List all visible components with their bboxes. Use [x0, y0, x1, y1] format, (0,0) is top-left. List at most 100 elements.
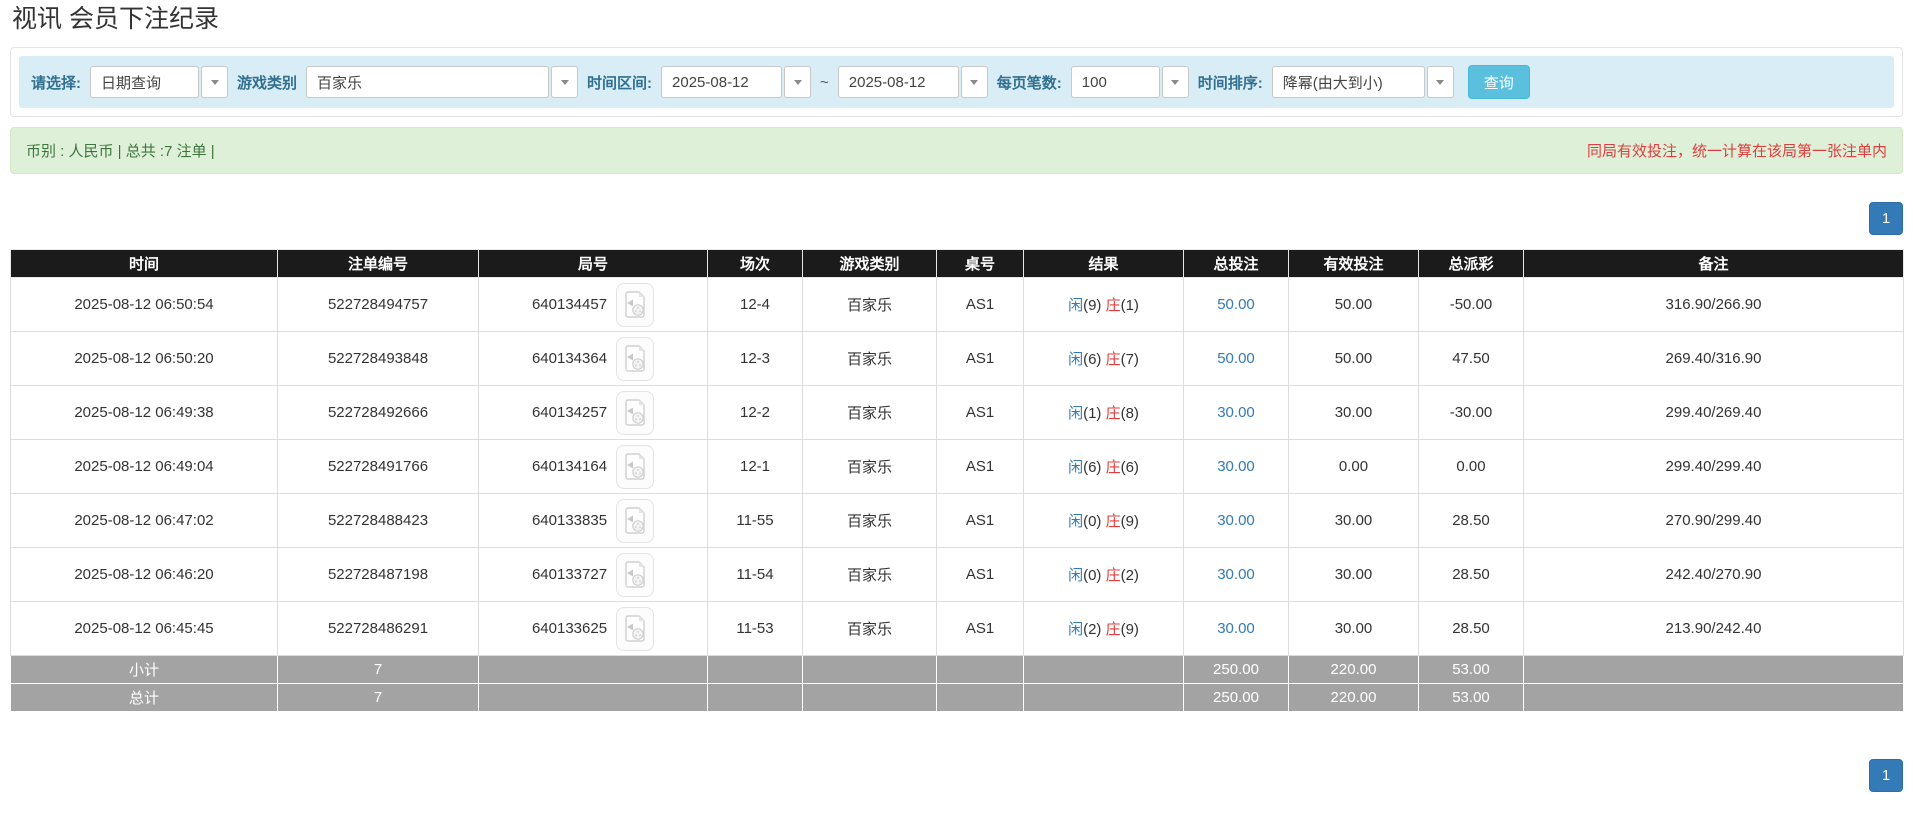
subtotal-row-cell-8: 220.00 [1289, 656, 1419, 684]
bet-id-cell: 522728492666 [278, 386, 479, 440]
query-type-toggle[interactable] [201, 66, 228, 98]
round-cell: 640134364 [479, 332, 708, 386]
valid-bet-cell: 50.00 [1289, 332, 1419, 386]
video-preview-button[interactable] [616, 283, 654, 327]
time-cell: 2025-08-12 06:49:04 [11, 440, 278, 494]
total-bet-link[interactable]: 50.00 [1217, 296, 1255, 313]
page-size-value[interactable]: 100 [1071, 66, 1160, 98]
bet-id-cell: 522728494757 [278, 278, 479, 332]
round-id: 640134457 [532, 296, 607, 313]
total-bet-link[interactable]: 50.00 [1217, 350, 1255, 367]
round-id: 640133727 [532, 566, 607, 583]
col-time: 时间 [11, 250, 278, 278]
record-row: 2025-08-12 06:45:45522728486291640133625… [11, 602, 1904, 656]
round-id: 640134364 [532, 350, 607, 367]
game-cell: 百家乐 [803, 332, 937, 386]
total-bet-cell: 30.00 [1184, 494, 1289, 548]
date-to-select[interactable]: 2025-08-12 [838, 66, 988, 98]
banker-result: 庄 [1106, 567, 1121, 584]
subtotal-row-cell-3 [708, 656, 803, 684]
total-bet-cell: 50.00 [1184, 332, 1289, 386]
col-total-bet: 总投注 [1184, 250, 1289, 278]
total-bet-link[interactable]: 30.00 [1217, 458, 1255, 475]
subtotal-row-cell-1: 7 [278, 656, 479, 684]
time-sort-toggle[interactable] [1427, 66, 1454, 98]
query-type-select[interactable]: 日期查询 [90, 66, 228, 98]
video-preview-icon [624, 291, 646, 318]
banker-result: 庄 [1106, 297, 1121, 314]
records-body: 2025-08-12 06:50:54522728494757640134457… [11, 278, 1904, 712]
date-from-select[interactable]: 2025-08-12 [661, 66, 811, 98]
total-bet-link[interactable]: 30.00 [1217, 566, 1255, 583]
session-cell: 11-55 [708, 494, 803, 548]
game-category-value[interactable]: 百家乐 [306, 66, 549, 98]
payout-cell: -50.00 [1419, 278, 1524, 332]
total-row-cell-6 [1024, 684, 1184, 712]
caret-down-icon [561, 80, 569, 85]
col-bet-id: 注单编号 [278, 250, 479, 278]
remark-cell: 270.90/299.40 [1524, 494, 1904, 548]
filter-panel: 请选择: 日期查询 游戏类别 百家乐 时间区间: 2025-08-12 ~ 20… [10, 47, 1903, 117]
time-sort-value[interactable]: 降幂(由大到小) [1272, 66, 1425, 98]
player-result: 闲 [1068, 405, 1083, 422]
game-category-select[interactable]: 百家乐 [306, 66, 578, 98]
page-title: 视讯 会员下注纪录 [12, 4, 1903, 35]
player-result: 闲 [1068, 567, 1083, 584]
time-cell: 2025-08-12 06:46:20 [11, 548, 278, 602]
subtotal-row-cell-5 [937, 656, 1024, 684]
record-row: 2025-08-12 06:46:20522728487198640133727… [11, 548, 1904, 602]
total-row-cell-3 [708, 684, 803, 712]
subtotal-row: 小计7250.00220.0053.00 [11, 656, 1904, 684]
video-preview-button[interactable] [616, 445, 654, 489]
pagination-top: 1 [10, 202, 1903, 235]
date-to-value[interactable]: 2025-08-12 [838, 66, 959, 98]
col-session: 场次 [708, 250, 803, 278]
video-preview-button[interactable] [616, 607, 654, 651]
valid-bet-notice: 同局有效投注，统一计算在该局第一张注单内 [1587, 140, 1887, 161]
banker-score: (9) [1121, 513, 1139, 530]
banker-result: 庄 [1106, 459, 1121, 476]
page-1-button[interactable]: 1 [1869, 202, 1903, 235]
banker-result: 庄 [1106, 621, 1121, 638]
table-no-cell: AS1 [937, 278, 1024, 332]
player-score: (9) [1083, 297, 1106, 314]
session-cell: 11-53 [708, 602, 803, 656]
result-cell: 闲(6) 庄(6) [1024, 440, 1184, 494]
page-1-button[interactable]: 1 [1869, 759, 1903, 792]
time-cell: 2025-08-12 06:45:45 [11, 602, 278, 656]
result-cell: 闲(9) 庄(1) [1024, 278, 1184, 332]
round-cell: 640133727 [479, 548, 708, 602]
date-from-value[interactable]: 2025-08-12 [661, 66, 782, 98]
time-cell: 2025-08-12 06:50:20 [11, 332, 278, 386]
video-preview-button[interactable] [616, 391, 654, 435]
time-range-label: 时间区间: [587, 72, 652, 93]
total-row-cell-9: 53.00 [1419, 684, 1524, 712]
date-to-toggle[interactable] [961, 66, 988, 98]
total-row-cell-10 [1524, 684, 1904, 712]
query-type-value[interactable]: 日期查询 [90, 66, 199, 98]
total-bet-link[interactable]: 30.00 [1217, 404, 1255, 421]
page-size-select[interactable]: 100 [1071, 66, 1189, 98]
col-payout: 总派彩 [1419, 250, 1524, 278]
player-score: (2) [1083, 621, 1106, 638]
result-cell: 闲(6) 庄(7) [1024, 332, 1184, 386]
time-sort-select[interactable]: 降幂(由大到小) [1272, 66, 1454, 98]
game-category-label: 游戏类别 [237, 72, 297, 93]
game-category-toggle[interactable] [551, 66, 578, 98]
banker-score: (9) [1121, 621, 1139, 638]
video-preview-button[interactable] [616, 337, 654, 381]
player-score: (0) [1083, 513, 1106, 530]
page-size-toggle[interactable] [1162, 66, 1189, 98]
query-type-label: 请选择: [31, 72, 81, 93]
video-preview-button[interactable] [616, 499, 654, 543]
date-from-toggle[interactable] [784, 66, 811, 98]
total-row-cell-0: 总计 [11, 684, 278, 712]
total-bet-link[interactable]: 30.00 [1217, 620, 1255, 637]
player-result: 闲 [1068, 351, 1083, 368]
total-bet-link[interactable]: 30.00 [1217, 512, 1255, 529]
search-button[interactable]: 查询 [1468, 65, 1530, 99]
video-preview-button[interactable] [616, 553, 654, 597]
total-row-cell-5 [937, 684, 1024, 712]
bet-id-cell: 522728488423 [278, 494, 479, 548]
banker-score: (1) [1121, 297, 1139, 314]
